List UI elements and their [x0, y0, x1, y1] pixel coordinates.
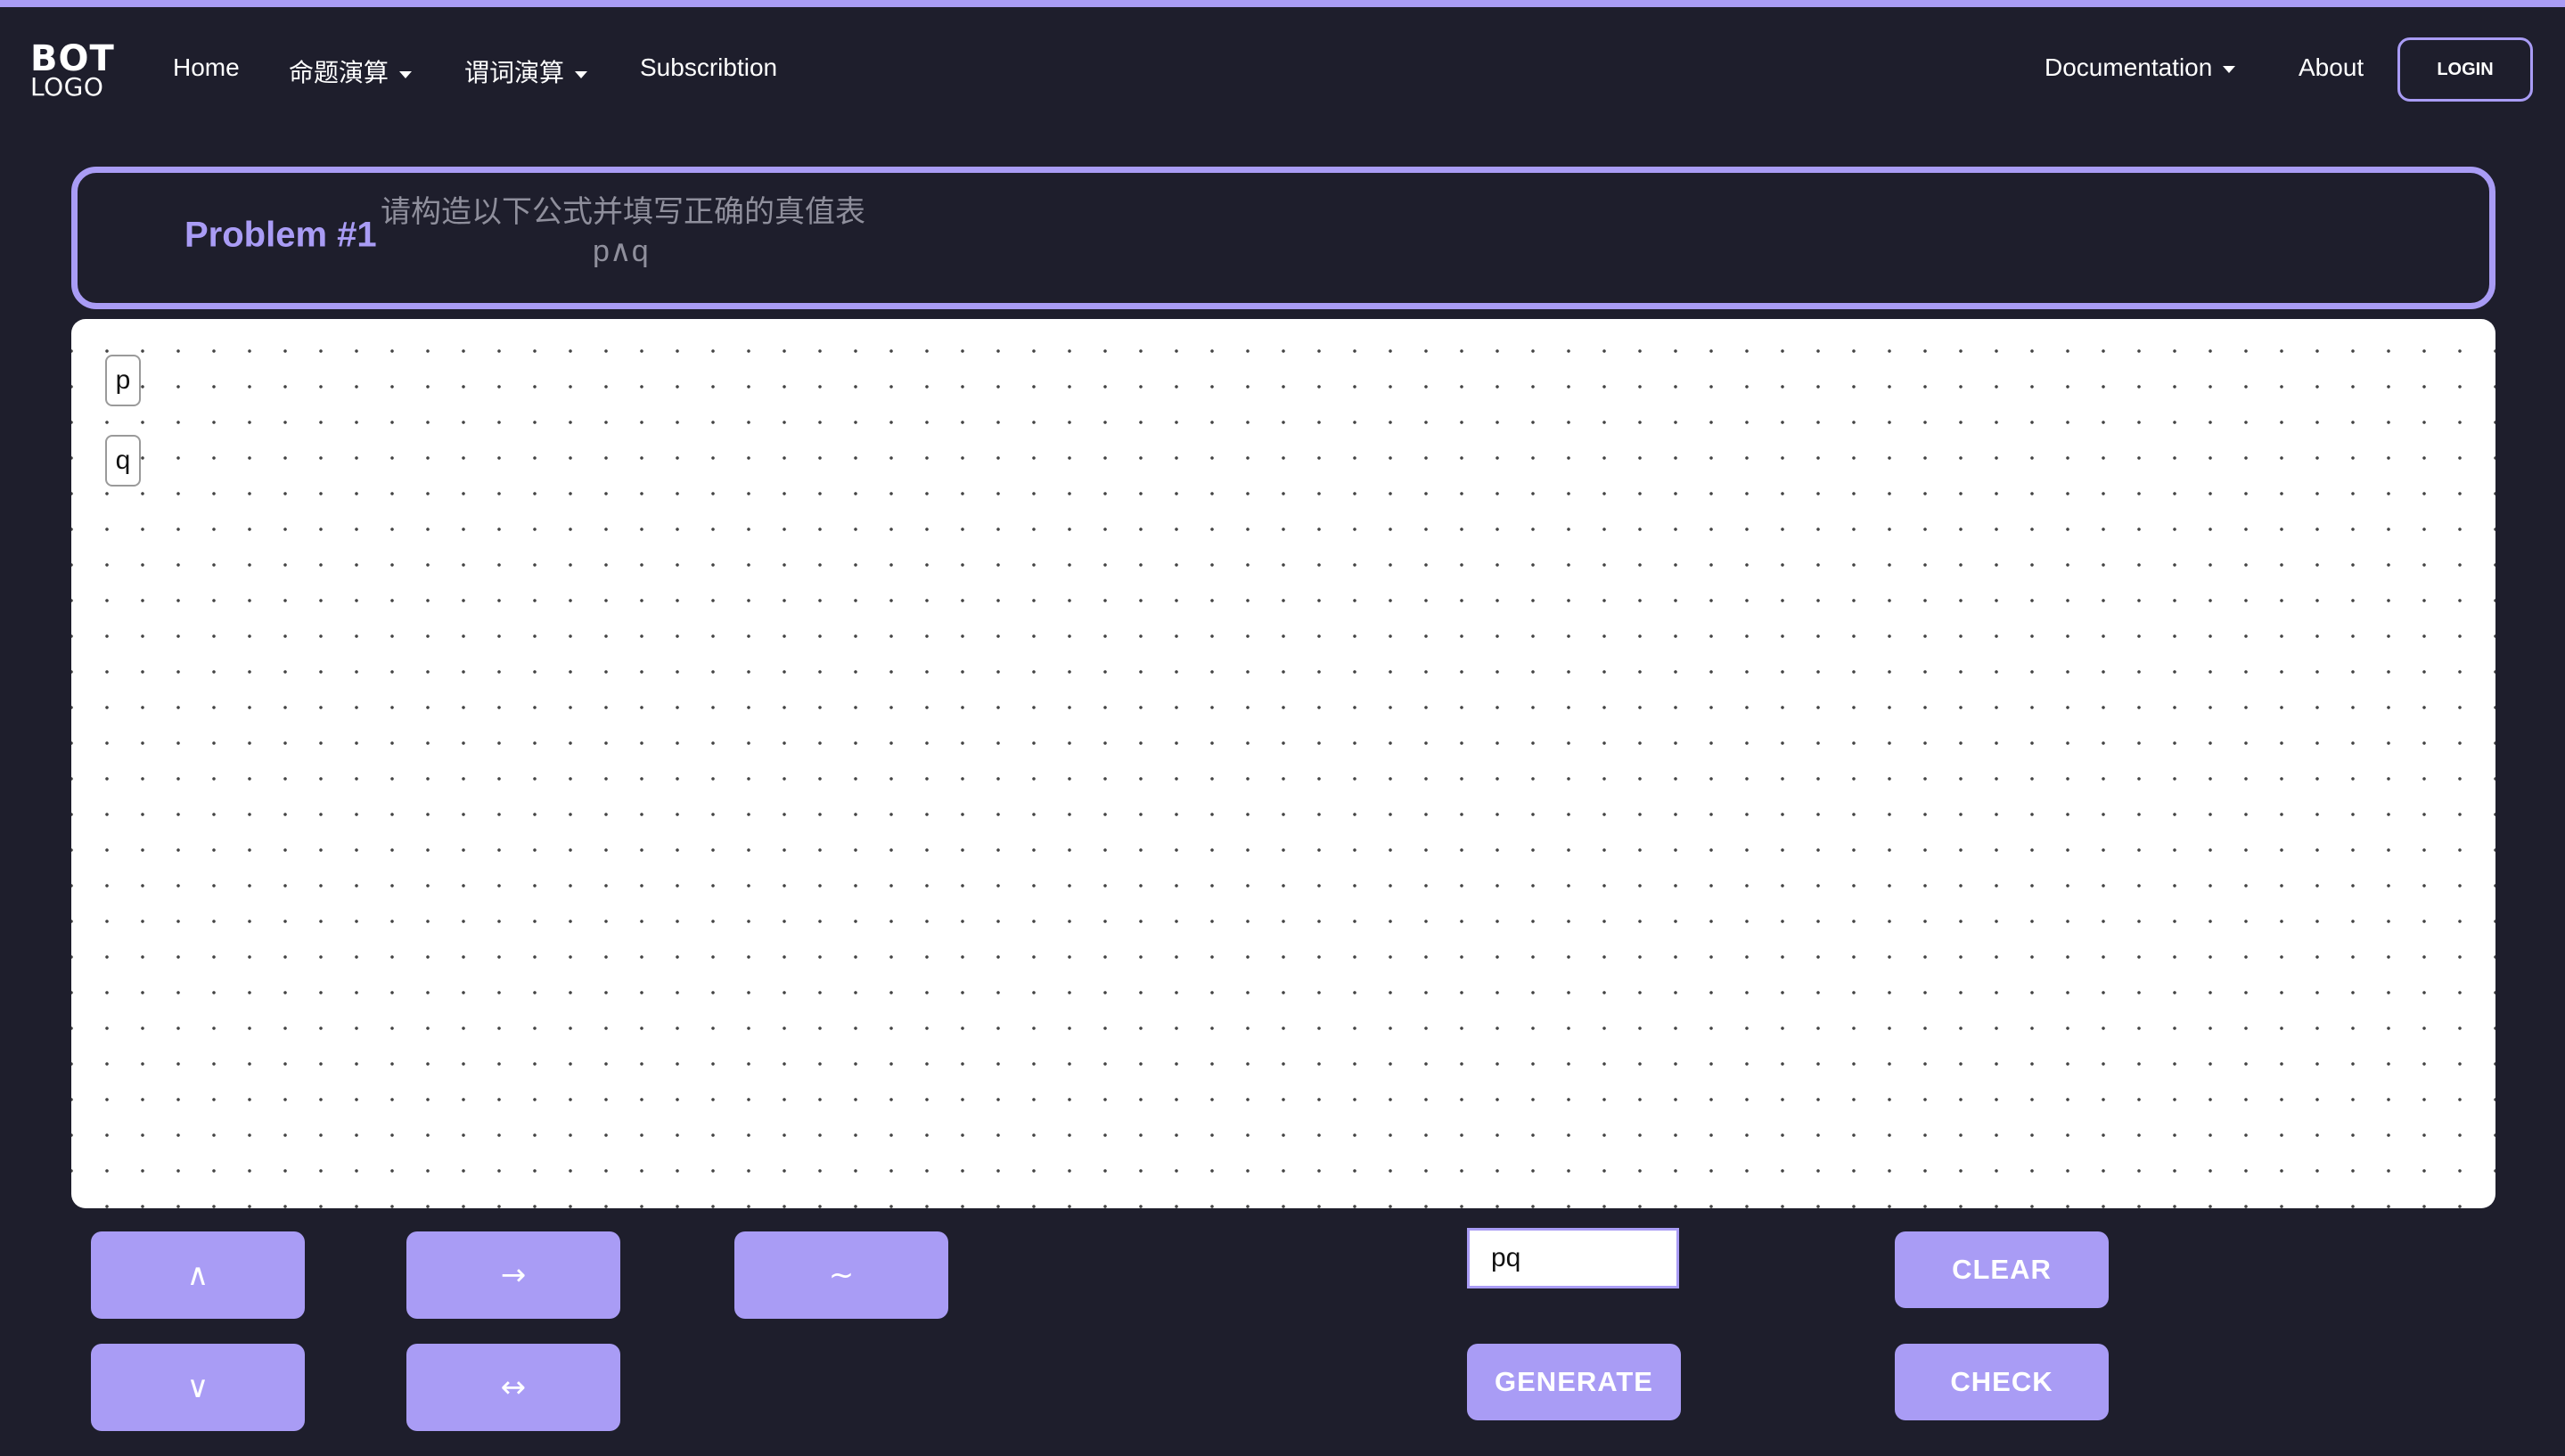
problem-title: Problem #1 — [184, 215, 377, 255]
and-operator-button[interactable]: ∧ — [91, 1231, 305, 1319]
nav-propositional-label: 命题演算 — [289, 59, 389, 86]
nav-home-label: Home — [173, 53, 240, 81]
logo[interactable]: BOT LOGO — [30, 41, 115, 100]
logo-bottom-text: LOGO — [30, 72, 104, 102]
nav-subscription[interactable]: Subscribtion — [640, 53, 777, 82]
nav-documentation-label: Documentation — [2045, 53, 2213, 81]
and-symbol: ∧ — [186, 1257, 209, 1293]
iff-operator-button[interactable]: ↔ — [406, 1344, 620, 1431]
problem-bar: Problem #1 请构造以下公式并填写正确的真值表 p∧q — [71, 167, 2495, 309]
top-accent-bar — [0, 0, 2565, 7]
variable-node-q[interactable]: q — [105, 435, 141, 487]
caret-down-icon — [2223, 65, 2236, 73]
variable-node-p[interactable]: p — [105, 355, 141, 406]
login-button[interactable]: LOGIN — [2397, 37, 2533, 102]
implies-symbol: → — [500, 1257, 527, 1293]
nav-predicate-dropdown[interactable]: 谓词演算 — [464, 53, 588, 89]
logo-top-text: BOT — [30, 38, 115, 79]
or-symbol: ∨ — [186, 1370, 209, 1405]
problem-formula: p∧q — [593, 234, 649, 268]
formula-canvas[interactable]: p q — [71, 319, 2495, 1208]
not-operator-button[interactable]: ~ — [734, 1231, 948, 1319]
check-button[interactable]: CHECK — [1895, 1344, 2109, 1420]
iff-symbol: ↔ — [500, 1370, 527, 1405]
implies-operator-button[interactable]: → — [406, 1231, 620, 1319]
not-symbol: ~ — [828, 1257, 855, 1293]
formula-input[interactable] — [1467, 1228, 1679, 1288]
nav-subscription-label: Subscribtion — [640, 53, 778, 81]
problem-description: 请构造以下公式并填写正确的真值表 — [381, 195, 865, 229]
nav-predicate-label: 谓词演算 — [464, 59, 565, 86]
caret-down-icon — [575, 70, 588, 78]
nav-about[interactable]: About — [2299, 53, 2364, 82]
generate-label: GENERATE — [1495, 1366, 1653, 1397]
navbar: BOT LOGO Home 命题演算 谓词演算 Subscribtion Doc… — [0, 7, 2565, 132]
caret-down-icon — [399, 70, 413, 78]
nav-about-label: About — [2299, 53, 2364, 81]
nav-home[interactable]: Home — [173, 53, 240, 82]
login-label: LOGIN — [2437, 59, 2494, 79]
or-operator-button[interactable]: ∨ — [91, 1344, 305, 1431]
nav-documentation-dropdown[interactable]: Documentation — [2045, 53, 2236, 82]
clear-label: CLEAR — [1952, 1254, 2052, 1285]
clear-button[interactable]: CLEAR — [1895, 1231, 2109, 1308]
nav-propositional-dropdown[interactable]: 命题演算 — [289, 53, 413, 89]
check-label: CHECK — [1950, 1366, 2053, 1397]
generate-button[interactable]: GENERATE — [1467, 1344, 1681, 1420]
